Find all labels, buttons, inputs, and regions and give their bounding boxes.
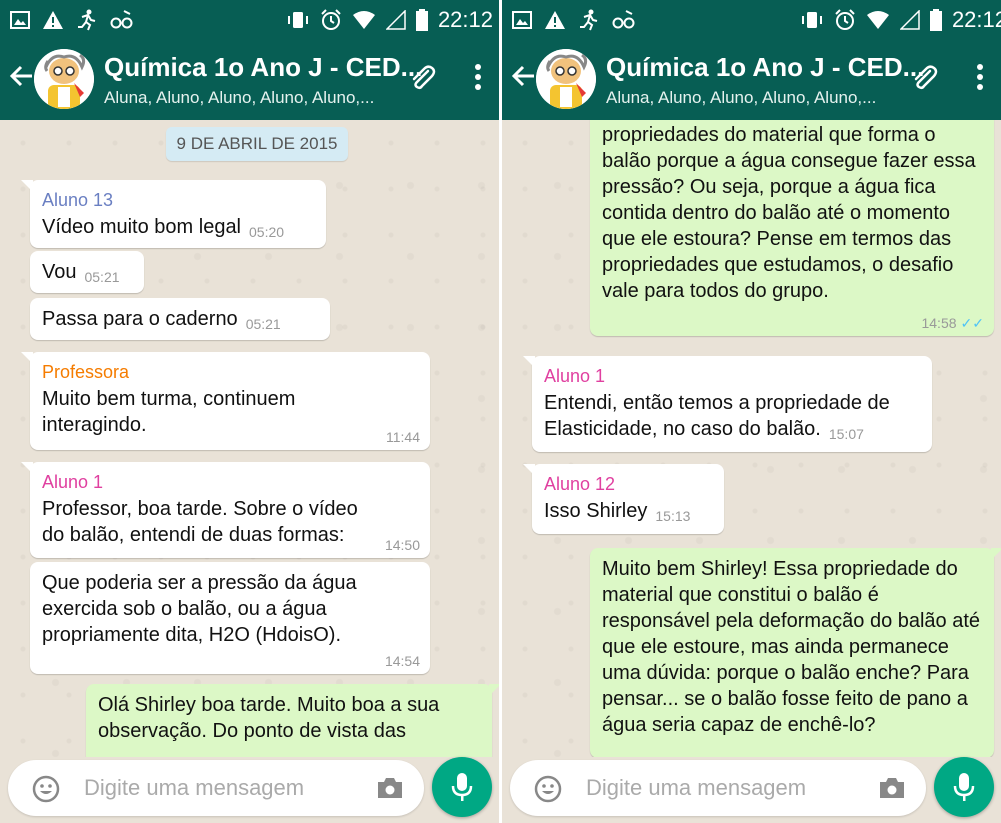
battery-icon xyxy=(415,9,428,31)
gallery-notification-icon xyxy=(10,11,30,29)
camera-icon[interactable] xyxy=(878,776,906,800)
status-bar: 22:12 xyxy=(502,0,1001,40)
message-bubble[interactable]: Muito bem Shirley! Essa propriedade do m… xyxy=(590,548,1001,757)
running-icon xyxy=(78,9,96,31)
vibrate-icon xyxy=(801,12,822,28)
chat-participants[interactable]: Aluna, Aluno, Aluno, Aluno, Aluno,... xyxy=(606,88,876,108)
sender-name: Aluno 12 xyxy=(544,474,616,494)
input-bar: Digite uma mensagem xyxy=(502,757,1001,823)
chat-title[interactable]: Química 1o Ano J - CED... xyxy=(606,52,924,83)
sender-name: Aluno 13 xyxy=(42,190,114,210)
message-time: 14:54 xyxy=(384,653,420,669)
signal-icon xyxy=(385,10,406,30)
message-text: Vou xyxy=(42,261,77,283)
message-time-value: 14:58 xyxy=(921,315,957,331)
group-avatar[interactable] xyxy=(536,49,596,109)
read-receipt-icon: ✓✓ xyxy=(960,315,984,331)
signal-icon xyxy=(899,10,920,30)
message-placeholder: Digite uma mensagem xyxy=(84,775,305,800)
mic-button[interactable] xyxy=(934,757,994,817)
mic-icon xyxy=(953,773,975,801)
scientist-cartoon-icon xyxy=(536,49,596,109)
chat-screen-right: 22:12 Química 1o Ano J - CED... Aluna, A… xyxy=(502,0,1001,823)
message-bubble[interactable]: Aluno 13 Vídeo muito bom legal 05:20 xyxy=(21,180,326,248)
message-text: Passa para o caderno xyxy=(42,308,238,330)
message-list[interactable]: propriedades do material que forma o bal… xyxy=(502,120,1001,757)
app-notification-icon xyxy=(612,10,635,29)
mic-button[interactable] xyxy=(432,757,492,817)
message-text: Que poderia ser a pressão da água exerci… xyxy=(42,572,357,646)
app-notification-icon xyxy=(110,10,133,29)
date-chip: 9 DE ABRIL DE 2015 xyxy=(166,127,348,161)
chat-participants[interactable]: Aluna, Aluno, Aluno, Aluno, Aluno,... xyxy=(104,88,374,108)
message-time: 05:21 xyxy=(84,269,120,285)
message-bubble[interactable]: Passa para o caderno 05:21 xyxy=(30,298,330,340)
message-text: Professor, boa tarde. Sobre o vídeo do b… xyxy=(42,498,358,546)
message-bubble[interactable]: Olá Shirley boa tarde. Muito boa a sua o… xyxy=(86,684,499,757)
input-bar: Digite uma mensagem xyxy=(0,757,499,823)
battery-icon xyxy=(929,9,942,31)
message-time: 11:44 xyxy=(386,429,420,445)
alarm-icon xyxy=(321,9,341,30)
status-bar: 22:12 xyxy=(0,0,499,40)
group-avatar[interactable] xyxy=(34,49,94,109)
back-arrow-icon[interactable] xyxy=(8,62,36,90)
back-arrow-icon[interactable] xyxy=(510,62,538,90)
alarm-icon xyxy=(835,9,855,30)
warning-icon xyxy=(545,11,565,29)
message-bubble[interactable]: Aluno 12 Isso Shirley 15:13 xyxy=(523,464,724,534)
wifi-icon xyxy=(866,11,889,29)
paperclip-icon[interactable] xyxy=(909,62,939,92)
chat-title[interactable]: Química 1o Ano J - CED... xyxy=(104,52,422,83)
message-text: propriedades do material que forma o bal… xyxy=(602,124,976,302)
status-time: 22:12 xyxy=(437,7,493,32)
message-time: 15:07 xyxy=(828,426,864,442)
message-input[interactable]: Digite uma mensagem xyxy=(8,760,424,816)
message-time: 05:21 xyxy=(245,316,281,332)
message-placeholder: Digite uma mensagem xyxy=(586,775,807,800)
vibrate-icon xyxy=(287,12,308,28)
warning-icon xyxy=(43,11,63,29)
message-time: 14:58 ✓✓ xyxy=(921,315,984,331)
status-time: 22:12 xyxy=(951,7,1001,32)
message-bubble[interactable]: Que poderia ser a pressão da água exerci… xyxy=(30,562,430,674)
message-time: 05:20 xyxy=(249,224,285,240)
message-list[interactable]: 9 DE ABRIL DE 2015 Aluno 13 Vídeo muito … xyxy=(0,120,499,757)
more-options-icon[interactable] xyxy=(975,62,985,92)
chat-header: Química 1o Ano J - CED... Aluna, Aluno, … xyxy=(0,40,499,120)
gallery-notification-icon xyxy=(512,11,532,29)
message-text: Muito bem Shirley! Essa propriedade do m… xyxy=(602,558,981,736)
wifi-icon xyxy=(352,11,375,29)
message-bubble[interactable]: Aluno 1 Professor, boa tarde. Sobre o ví… xyxy=(21,462,430,558)
message-bubble[interactable]: propriedades do material que forma o bal… xyxy=(590,120,994,336)
message-time: 14:50 xyxy=(384,537,420,553)
message-text: Muito bem turma, continuem interagindo. xyxy=(42,388,296,436)
scientist-cartoon-icon xyxy=(34,49,94,109)
mic-icon xyxy=(451,773,473,801)
paperclip-icon[interactable] xyxy=(407,62,437,92)
emoji-icon[interactable] xyxy=(32,775,60,803)
sender-name: Aluno 1 xyxy=(544,366,606,386)
message-input[interactable]: Digite uma mensagem xyxy=(510,760,926,816)
message-bubble[interactable]: Aluno 1 Entendi, então temos a proprieda… xyxy=(523,356,932,452)
message-text: Isso Shirley xyxy=(544,500,648,522)
running-icon xyxy=(580,9,598,31)
message-bubble[interactable]: Professora Muito bem turma, continuem in… xyxy=(21,352,430,450)
emoji-icon[interactable] xyxy=(534,775,562,803)
chat-screen-left: 22:12 Química 1o Ano J - CED... Aluna, A… xyxy=(0,0,499,823)
message-bubble[interactable]: Vou 05:21 xyxy=(30,251,144,293)
message-text: Olá Shirley boa tarde. Muito boa a sua o… xyxy=(98,694,440,742)
more-options-icon[interactable] xyxy=(473,62,483,92)
message-text: Vídeo muito bom legal xyxy=(42,216,242,238)
camera-icon[interactable] xyxy=(376,776,404,800)
message-time: 15:13 xyxy=(655,508,691,524)
sender-name: Professora xyxy=(42,362,130,382)
chat-header: Química 1o Ano J - CED... Aluna, Aluno, … xyxy=(502,40,1001,120)
sender-name: Aluno 1 xyxy=(42,472,104,492)
